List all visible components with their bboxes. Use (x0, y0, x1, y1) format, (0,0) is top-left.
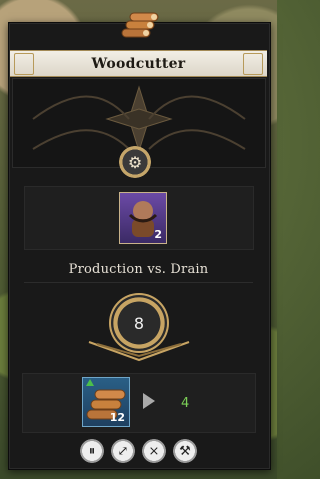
section-title: Production vs. Drain (68, 262, 209, 277)
resource-output: 4 (181, 396, 190, 411)
gauge-chevron (88, 341, 190, 362)
gauge-value: 8 (133, 313, 145, 333)
gears-icon: ⚙ (127, 152, 143, 172)
resource-container (22, 373, 256, 433)
hammer-icon: ⚒ (179, 443, 191, 459)
cancel-button[interactable]: ⨯ (142, 439, 166, 463)
panel-title-bar: Woodcutter (10, 50, 267, 77)
logs-icon (121, 12, 159, 38)
ornament-right (243, 53, 263, 75)
pause-icon: ⏸ (88, 443, 96, 459)
worker-count: 2 (154, 228, 162, 241)
relocate-icon: ⤢ (117, 443, 129, 459)
cancel-icon: ⨯ (148, 443, 160, 459)
worker-portrait[interactable]: 2 (119, 192, 167, 244)
ornament-left (14, 53, 34, 75)
arrow-right-icon (143, 393, 155, 409)
section-divider (24, 282, 253, 283)
settings-button[interactable]: ⚙ (119, 146, 151, 178)
relocate-button[interactable]: ⤢ (111, 439, 135, 463)
resource-quantity: 12 (109, 411, 125, 424)
pause-button[interactable]: ⏸ (80, 439, 104, 463)
increase-indicator-icon (86, 379, 94, 386)
panel-title: Woodcutter (91, 55, 186, 72)
demolish-button[interactable]: ⚒ (173, 439, 197, 463)
action-bar: ⏸ ⤢ ⨯ ⚒ (80, 437, 197, 465)
